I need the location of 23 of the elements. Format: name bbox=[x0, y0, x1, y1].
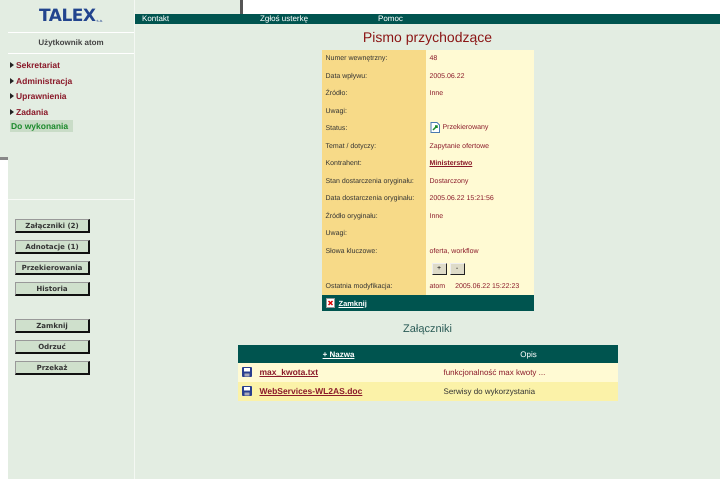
file-description: Serwisy do wykorzystania bbox=[444, 387, 536, 396]
file-link[interactable]: WebServices-WL2AS.doc bbox=[260, 386, 362, 396]
nav-link[interactable]: Kontakt bbox=[135, 14, 253, 24]
menu-item[interactable]: Uprawnienia bbox=[16, 91, 67, 102]
column-header: Opis bbox=[440, 345, 618, 363]
triangle-icon bbox=[10, 78, 14, 84]
section-title: Załączniki bbox=[403, 322, 452, 336]
column-header[interactable]: + Nazwa bbox=[238, 345, 440, 363]
logo: TALEX bbox=[39, 6, 96, 26]
file-link[interactable]: max_kwota.txt bbox=[260, 366, 318, 376]
nav-link[interactable]: Pomoc bbox=[371, 14, 489, 24]
triangle-icon bbox=[10, 108, 14, 115]
user-name: Użytkownik atom bbox=[8, 33, 134, 54]
triangle-icon bbox=[10, 93, 14, 100]
menu-item[interactable]: Administracja bbox=[16, 76, 72, 86]
nav-link[interactable]: Zgłoś usterkę bbox=[253, 14, 371, 24]
page-title: Pismo przychodzące bbox=[362, 29, 492, 45]
document-arrow-icon bbox=[430, 122, 440, 134]
triangle-icon bbox=[10, 62, 14, 68]
menu-item[interactable]: Zadania bbox=[16, 106, 48, 117]
close-icon bbox=[326, 298, 334, 308]
file-description: funkcjonalność max kwoty ... bbox=[444, 368, 546, 377]
menu-item[interactable]: Sekretariat bbox=[16, 60, 60, 70]
